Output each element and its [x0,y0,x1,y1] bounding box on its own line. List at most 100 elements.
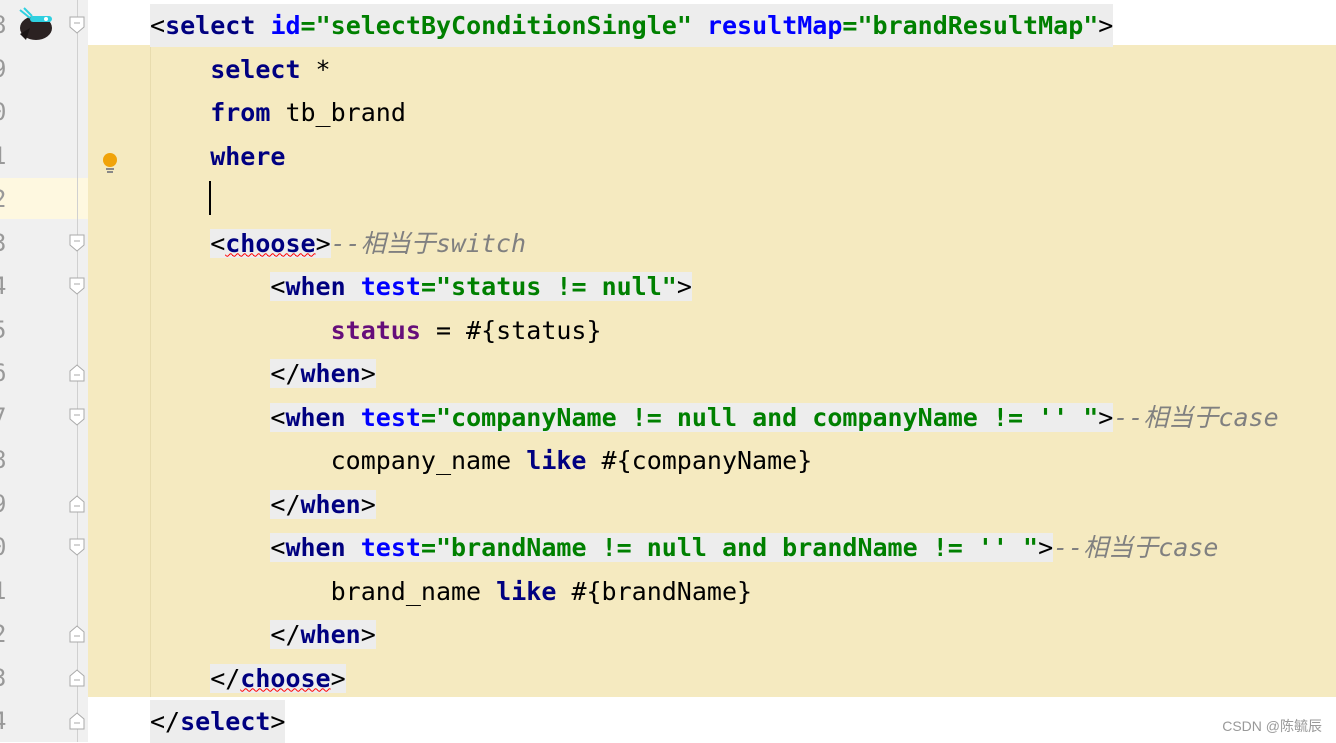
code-line[interactable]: status = #{status} [331,309,602,352]
code-token: test [360,402,421,432]
code-line[interactable]: </choose> [210,657,346,700]
code-token: ="brandName != null and brandName != '' … [420,533,1039,562]
line-number: 0 [0,91,20,134]
line-number: 3 [0,222,20,265]
code-line[interactable]: </when> [270,613,376,656]
code-token: > [360,489,376,519]
editor-gutter: 89012345678901234 [0,0,88,742]
fold-end-icon[interactable] [69,712,85,730]
line-number: 5 [0,309,20,352]
line-number: 6 [0,352,20,395]
line-number: 9 [0,48,20,91]
code-line[interactable]: <when test="companyName != null and comp… [270,396,1279,439]
code-token: </ [270,620,301,649]
code-line[interactable]: <when test="status != null"> [270,265,692,308]
code-line[interactable]: </when> [270,483,376,526]
code-token: > [270,707,286,736]
code-token: < [150,11,166,40]
code-token: > [1038,533,1054,562]
code-line[interactable]: </select> [150,700,286,743]
line-number: 7 [0,396,20,439]
code-token [345,272,361,301]
code-token: id [270,11,301,40]
code-token [345,402,361,432]
code-line[interactable]: from tb_brand [210,91,406,134]
code-token: > [360,359,376,388]
code-token: #{companyName} [586,446,813,475]
line-number: 0 [0,526,20,569]
code-token: when [285,272,346,301]
code-token: --相当于case [1113,402,1279,432]
fold-end-icon[interactable] [69,494,85,513]
line-number: 2 [0,178,20,221]
code-token: choose [240,663,331,693]
code-line[interactable]: <select id="selectByConditionSingle" res… [150,4,1114,47]
code-token: ="status != null" [420,272,677,301]
code-line[interactable]: <when test="brandName != null and brandN… [270,526,1218,569]
code-token: --相当于switch [330,228,527,258]
code-token: when [285,402,346,432]
line-number: 8 [0,439,20,482]
fold-start-icon[interactable] [69,234,85,252]
code-token: when [300,489,361,519]
code-token: </ [270,359,301,388]
code-token: resultMap [706,11,843,40]
code-token: = #{status} [420,315,602,345]
code-token: </ [210,663,241,693]
fold-end-icon[interactable] [69,625,85,643]
code-token: when [300,359,361,388]
code-token: > [1098,402,1114,432]
lightbulb-icon[interactable] [102,153,118,175]
code-line[interactable]: brand_name like #{brandName} [331,570,752,613]
code-line[interactable]: where [210,135,285,178]
line-number: 4 [0,265,20,308]
code-token: --相当于case [1053,533,1219,562]
code-token: where [210,141,286,171]
watermark: CSDN @陈毓辰 [1222,718,1322,734]
line-number: 1 [0,135,20,178]
code-token: when [300,620,361,649]
code-line[interactable]: </when> [270,352,376,395]
line-number: 4 [0,700,20,743]
code-line[interactable]: company_name like #{companyName} [331,439,813,482]
text-caret [209,181,211,215]
code-token: > [360,620,376,649]
code-token: brand_name [330,576,497,606]
code-token: > [1098,11,1114,40]
code-token: < [270,402,286,432]
line-number: 3 [0,657,20,700]
code-token: choose [225,228,316,258]
code-token: select [180,707,271,736]
fold-end-icon[interactable] [69,668,85,687]
line-number: 1 [0,570,20,613]
code-token: select [210,54,301,84]
code-token: like [526,446,587,475]
code-token: select [165,11,256,40]
code-token: company_name [330,446,527,475]
code-line[interactable]: select * [210,48,330,91]
code-token: from [210,98,271,127]
code-line[interactable]: <choose>--相当于switch [210,222,526,265]
code-token: #{brandName} [556,576,753,606]
fold-start-icon[interactable] [69,538,85,556]
code-token: ="companyName != null and companyName !=… [420,402,1099,432]
fold-end-icon[interactable] [69,364,85,382]
code-token: > [315,228,331,258]
code-token: > [330,663,346,693]
code-token: like [496,576,557,606]
code-token [345,533,361,562]
fold-start-icon[interactable] [69,408,85,426]
line-number: 2 [0,613,20,656]
code-token: </ [150,707,181,736]
bird-avatar-icon [19,7,52,40]
code-token: < [270,533,286,562]
fold-start-icon[interactable] [69,16,85,34]
code-token: test [360,272,421,301]
code-token: </ [270,489,301,519]
code-token: test [360,533,421,562]
code-token: ="selectByConditionSingle" [300,11,692,40]
fold-start-icon[interactable] [69,277,85,295]
code-token: when [285,533,346,562]
code-token: * [300,54,331,84]
